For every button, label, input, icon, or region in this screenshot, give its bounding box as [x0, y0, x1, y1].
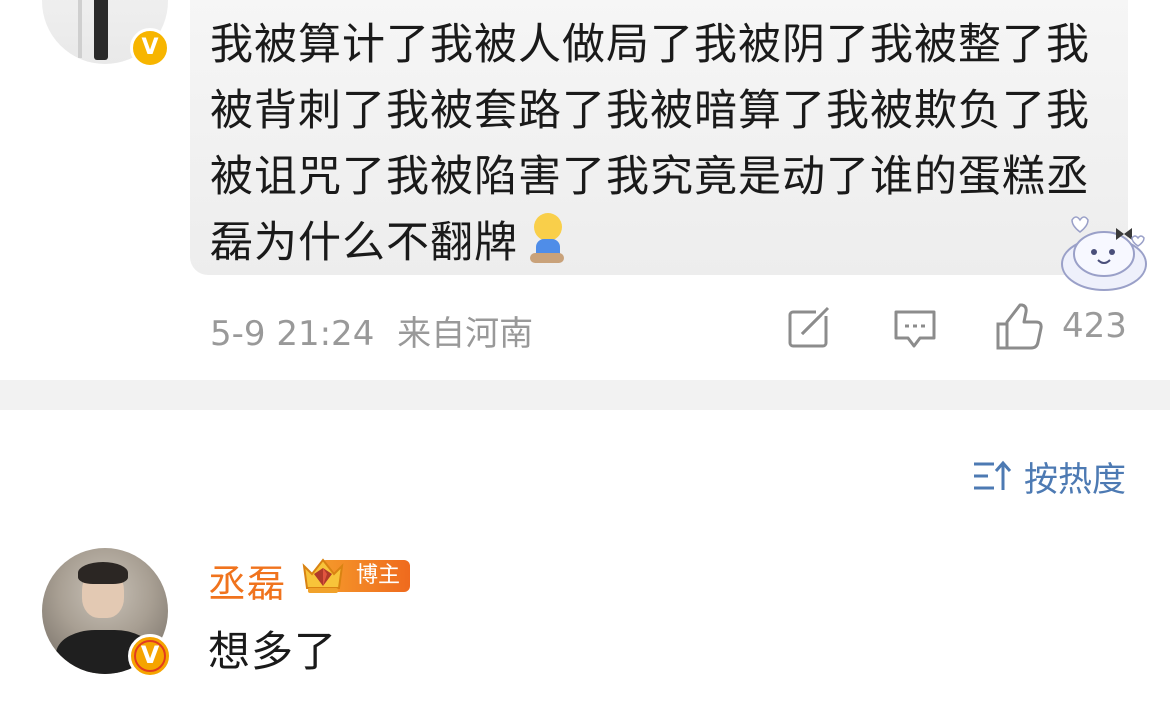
share-button[interactable]: [786, 302, 832, 354]
post-text: 我被算计了我被人做局了我被阴了我被整了我被背刺了我被套路了我被暗算了我被欺负了我…: [210, 20, 1090, 268]
avatar-background-detail: [78, 0, 82, 58]
avatar-figure: [94, 0, 108, 60]
comment-button[interactable]: [892, 302, 938, 354]
verified-badge-icon: V: [130, 28, 170, 68]
like-button[interactable]: [994, 302, 1044, 354]
blogger-badge: 博主: [300, 556, 412, 596]
post-timestamp: 5-9 21:24: [210, 314, 375, 354]
section-divider: [0, 380, 1170, 410]
reply-content: 想多了: [208, 627, 338, 676]
blogger-badge-label: 博主: [356, 563, 401, 588]
share-icon: [788, 306, 830, 348]
cartoon-sticker-icon: [1061, 216, 1147, 291]
sort-label: 按热度: [1024, 459, 1126, 500]
kneeling-person-emoji-icon: [528, 213, 572, 265]
verified-badge-icon: V: [128, 634, 172, 678]
sort-icon: [974, 460, 1012, 490]
post-meta: 5-9 21:24 来自河南: [210, 306, 533, 355]
reply-author-name[interactable]: 丞磊: [208, 553, 286, 608]
crown-gem-icon: [302, 558, 344, 593]
like-count: 423: [1062, 306, 1127, 346]
thumbs-up-icon: [996, 303, 1043, 350]
comment-thread-page: V 我被算计了我被人做局了我被阴了我被整了我被背刺了我被套路了我被暗算了我被欺负…: [0, 0, 1170, 702]
post-location: 来自河南: [397, 314, 534, 354]
comment-icon: [894, 310, 936, 348]
post-content: 我被算计了我被人做局了我被阴了我被整了我被背刺了我被套路了我被暗算了我被欺负了我…: [210, 12, 1115, 276]
sort-by-hotness-button[interactable]: 按热度: [972, 452, 1126, 500]
avatar-hair: [78, 562, 128, 584]
